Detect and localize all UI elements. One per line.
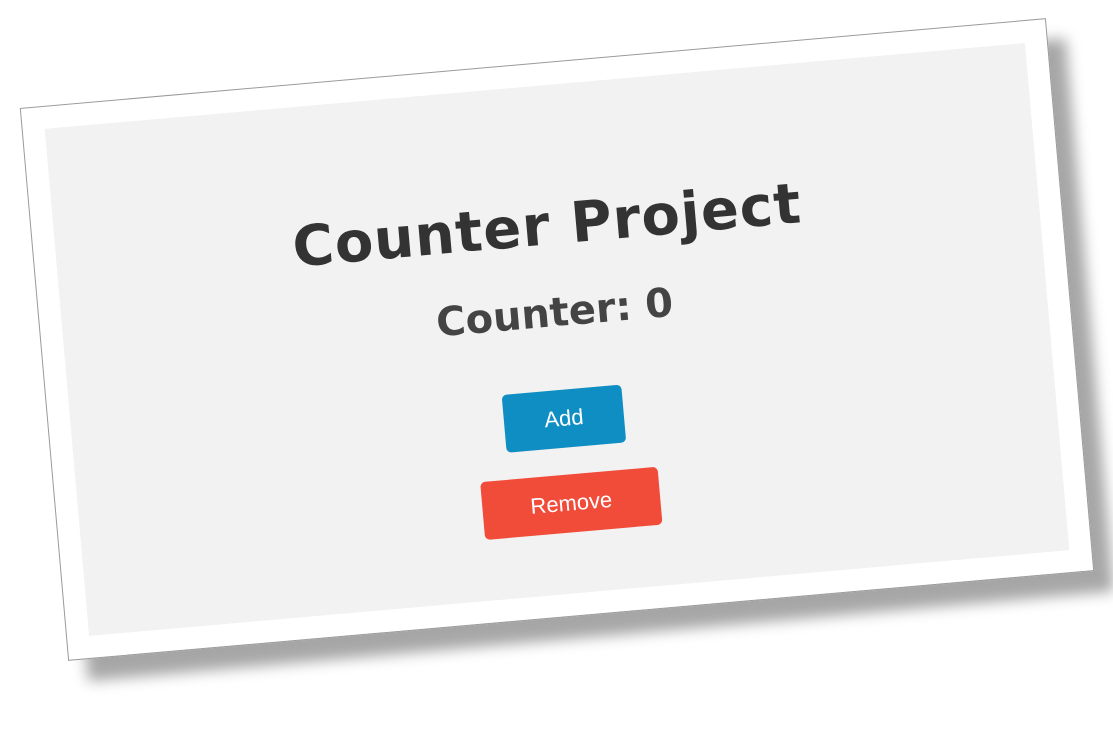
add-button[interactable]: Add	[501, 384, 627, 453]
screenshot-frame: Counter Project Counter: 0 Add Remove	[19, 18, 1095, 661]
counter-app-panel: Counter Project Counter: 0 Add Remove	[44, 43, 1070, 636]
remove-button[interactable]: Remove	[480, 466, 663, 541]
